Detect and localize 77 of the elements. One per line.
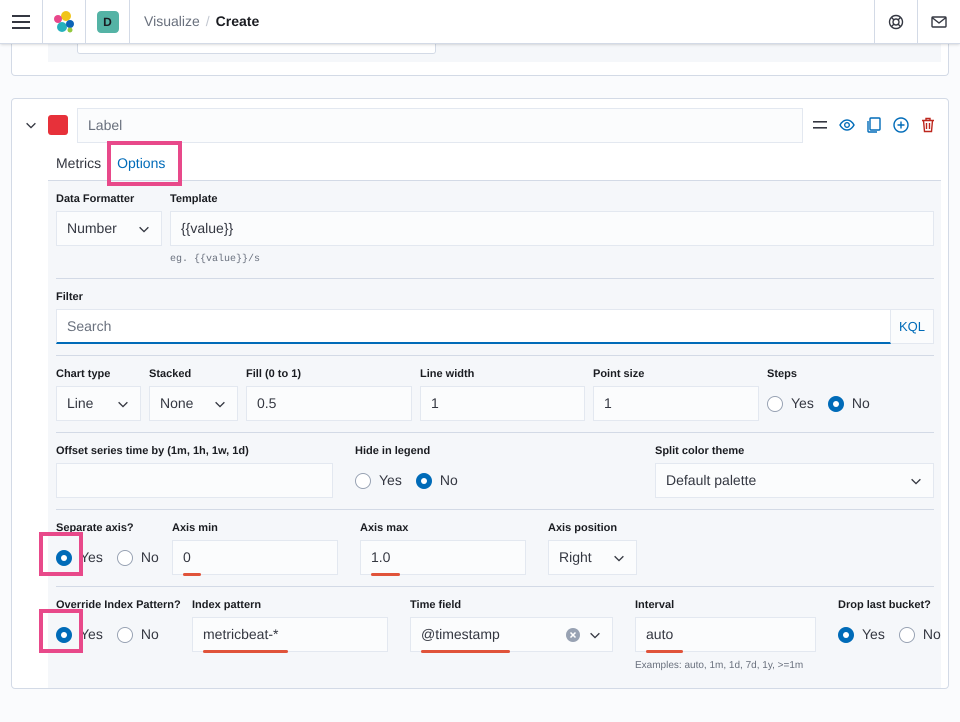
radio-label[interactable]: Yes: [791, 393, 814, 414]
help-icon[interactable]: [888, 14, 904, 30]
dropdown[interactable]: Line: [56, 386, 141, 421]
field-label: Hide in legend: [355, 444, 430, 458]
input-field[interactable]: [77, 44, 436, 54]
radio-button[interactable]: [838, 626, 854, 642]
radio-button[interactable]: [56, 626, 72, 642]
kql-button[interactable]: KQL: [890, 309, 934, 344]
tab[interactable]: Metrics: [55, 153, 102, 174]
field-label: Template: [170, 192, 218, 206]
field-label: Override Index Pattern?: [56, 598, 181, 612]
tab[interactable]: Options: [116, 153, 166, 174]
trash-icon[interactable]: [921, 117, 935, 133]
field-label: Steps: [767, 367, 797, 381]
field-label: Stacked: [149, 367, 192, 381]
input-field[interactable]: 0.5: [246, 386, 412, 421]
field-label: Split color theme: [655, 444, 744, 458]
dropdown[interactable]: Default palette: [655, 463, 934, 498]
field-label: Offset series time by (1m, 1h, 1w, 1d): [56, 444, 249, 458]
logo-icon[interactable]: [52, 10, 76, 34]
field-label: Drop last bucket?: [838, 598, 931, 612]
radio-label[interactable]: No: [440, 470, 458, 491]
radio-button[interactable]: [898, 626, 915, 642]
clear-icon[interactable]: [566, 628, 580, 642]
field-label: Axis max: [360, 521, 408, 535]
label-field[interactable]: Label: [77, 108, 803, 142]
field-label: Axis position: [548, 521, 618, 535]
copy-icon[interactable]: [867, 117, 881, 133]
input-field[interactable]: auto: [635, 617, 816, 652]
field-label: Data Formatter: [56, 192, 134, 206]
field-label: Separate axis?: [56, 521, 134, 535]
radio-label[interactable]: No: [922, 624, 941, 645]
radio-button[interactable]: [828, 396, 844, 412]
radio-button[interactable]: [56, 550, 72, 566]
add-icon[interactable]: [893, 117, 909, 133]
field-label: Fill (0 to 1): [246, 367, 301, 381]
mail-icon[interactable]: [931, 16, 947, 28]
field-label: Time field: [410, 598, 462, 612]
help-text: eg. {{value}}/s: [170, 252, 260, 267]
field-label: Point size: [593, 367, 644, 381]
radio-label[interactable]: No: [140, 624, 159, 645]
radio-label[interactable]: Yes: [862, 624, 885, 645]
help-text: Examples: auto, 1m, 1d, 7d, 1y, >=1m: [635, 659, 804, 673]
input-field[interactable]: 1.0: [360, 540, 526, 575]
dropdown[interactable]: None: [149, 386, 238, 421]
space-avatar[interactable]: D: [96, 10, 118, 32]
breadcrumb[interactable]: Visualize: [144, 11, 200, 32]
field-label: Chart type: [56, 367, 110, 381]
breadcrumb: Create: [216, 12, 260, 31]
input-field[interactable]: 1: [593, 386, 759, 421]
dropdown[interactable]: Right: [548, 540, 637, 575]
radio-button[interactable]: [416, 472, 432, 488]
breadcrumb-separator: /: [206, 12, 210, 31]
input-field[interactable]: 0: [172, 540, 338, 575]
input-field[interactable]: {{value}}: [170, 211, 934, 246]
color-swatch[interactable]: [48, 115, 68, 135]
input-field[interactable]: [56, 463, 333, 498]
eye-icon[interactable]: [839, 119, 855, 131]
menu-icon[interactable]: [12, 14, 30, 28]
field-label: Filter: [56, 290, 83, 304]
radio-button[interactable]: [116, 550, 133, 566]
field-label: Index pattern: [192, 598, 262, 612]
field-label: Interval: [635, 598, 674, 612]
radio-button[interactable]: [767, 396, 783, 412]
radio-label[interactable]: Yes: [379, 470, 402, 491]
radio-label[interactable]: No: [140, 547, 159, 568]
dropdown[interactable]: Number: [56, 211, 162, 246]
combo-box[interactable]: @timestamp: [410, 617, 613, 652]
search-field[interactable]: Search: [56, 309, 891, 344]
radio-label[interactable]: No: [852, 393, 870, 414]
drag-handle-icon[interactable]: [813, 121, 827, 129]
input-field[interactable]: 1: [420, 386, 585, 421]
input-field[interactable]: metricbeat-*: [192, 617, 388, 652]
field-label: Axis min: [172, 521, 218, 535]
radio-button[interactable]: [116, 626, 133, 642]
field-label: Line width: [420, 367, 474, 381]
radio-button[interactable]: [355, 472, 371, 488]
